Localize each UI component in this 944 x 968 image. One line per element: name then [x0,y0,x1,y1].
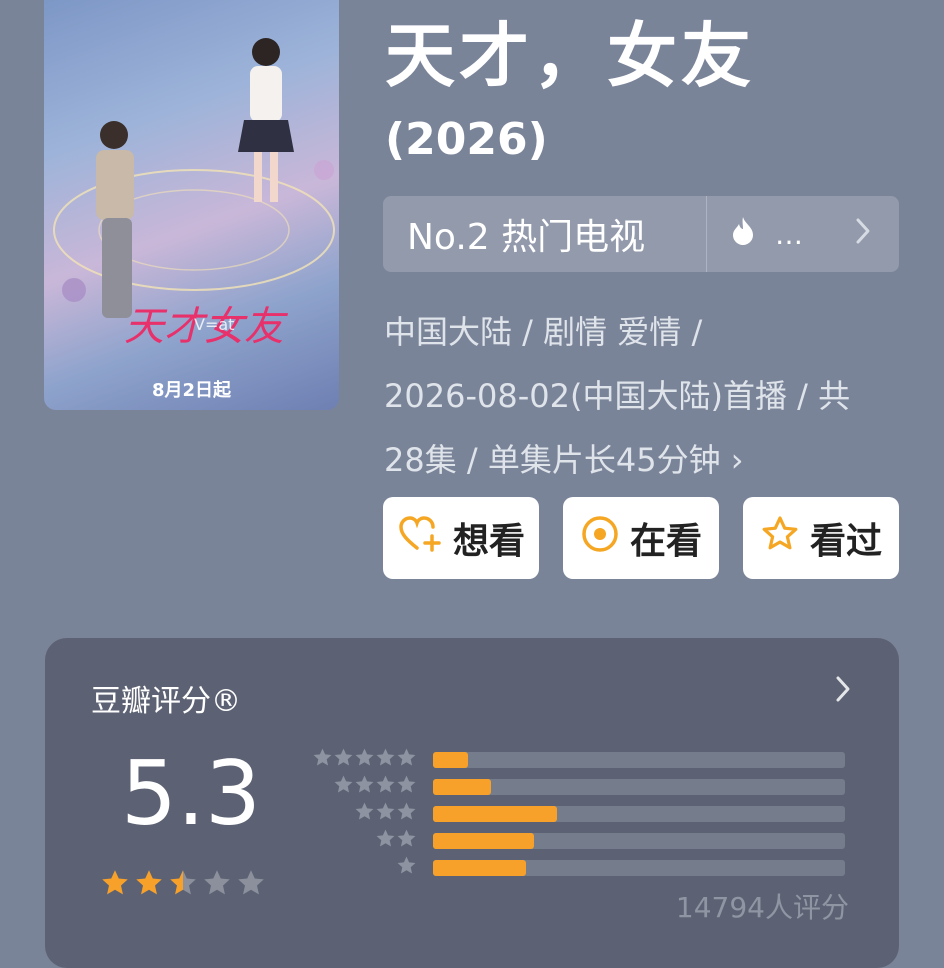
page-title: 天才，女友 [385,15,755,97]
target-icon [580,514,620,563]
distribution-track [433,778,845,795]
rating-chevron-icon[interactable] [835,672,851,712]
small-star-icon [375,801,396,826]
flame-icon [731,216,755,253]
rating-star-icon [168,868,198,902]
distribution-fill [433,778,491,795]
watched-button[interactable]: 看过 [743,497,899,579]
meta-episodes-text: 28集 / 单集片长45分钟 [384,441,721,479]
poster-date-text: 8月2日起 [151,380,232,401]
rating-score: 5.3 [121,742,261,845]
star-outline-icon [760,514,800,563]
distribution-track [433,859,845,876]
action-buttons: 想看 在看 看过 [383,497,899,579]
small-star-icon [354,747,375,772]
poster-image[interactable]: 天才女友 V=at 8月2日起 [44,0,339,410]
watching-button[interactable]: 在看 [563,497,719,579]
distribution-track [433,805,845,822]
small-star-icon [333,774,354,799]
distribution-stars [313,855,433,880]
small-star-icon [354,774,375,799]
heart-plus-icon [397,514,443,563]
poster-artwork: 天才女友 V=at [53,38,335,350]
distribution-stars [313,801,433,826]
distribution-row [313,773,845,800]
meta-info[interactable]: 中国大陆 / 剧情 爱情 / 2026-08-02(中国大陆)首播 / 共 28… [384,300,924,492]
small-star-icon [312,747,333,772]
rating-star-icon [202,868,232,902]
watching-label: 在看 [629,521,702,562]
meta-chevron-icon: › [730,441,744,479]
distribution-row [313,854,845,881]
small-star-icon [333,747,354,772]
rating-count: 14794人评分 [675,891,849,924]
distribution-stars [313,828,433,853]
rating-title: 豆瓣评分® [91,684,241,719]
rating-star-icon [134,868,164,902]
chevron-right-icon [855,214,871,254]
small-star-icon [396,828,417,853]
distribution-fill [433,832,534,849]
small-star-icon [375,774,396,799]
small-star-icon [396,801,417,826]
distribution-row [313,800,845,827]
want-to-watch-label: 想看 [452,521,525,562]
small-star-icon [354,801,375,826]
meta-line-region-genre: 中国大陆 / 剧情 爱情 / [384,313,703,351]
rating-distribution [313,746,845,881]
distribution-stars [313,774,433,799]
meta-line-episodes: 28集 / 单集片长45分钟 › [384,428,924,492]
rank-more-text: … [775,217,803,251]
small-star-icon [375,747,396,772]
distribution-track [433,832,845,849]
rating-star-icon [100,868,130,902]
distribution-fill [433,805,557,822]
release-year: (2026) [385,114,548,165]
meta-line-premiere: 2026-08-02(中国大陆)首播 / 共 [384,377,851,415]
small-star-icon [396,774,417,799]
watched-label: 看过 [809,521,882,562]
distribution-fill [433,859,526,876]
distribution-stars [313,747,433,772]
distribution-row [313,827,845,854]
small-star-icon [396,747,417,772]
svg-text:V=at: V=at [194,315,234,334]
want-to-watch-button[interactable]: 想看 [383,497,539,579]
rating-stars [100,868,266,902]
rank-bar[interactable]: No.2 热门电视 … [383,196,899,272]
distribution-track [433,751,845,768]
rank-more[interactable]: … [706,196,899,272]
small-star-icon [375,828,396,853]
distribution-fill [433,751,469,768]
small-star-icon [396,855,417,880]
rank-label: No.2 热门电视 [407,217,646,258]
rating-card[interactable]: 豆瓣评分® 5.3 14794人评分 [45,638,899,968]
distribution-row [313,746,845,773]
rating-star-icon [236,868,266,902]
